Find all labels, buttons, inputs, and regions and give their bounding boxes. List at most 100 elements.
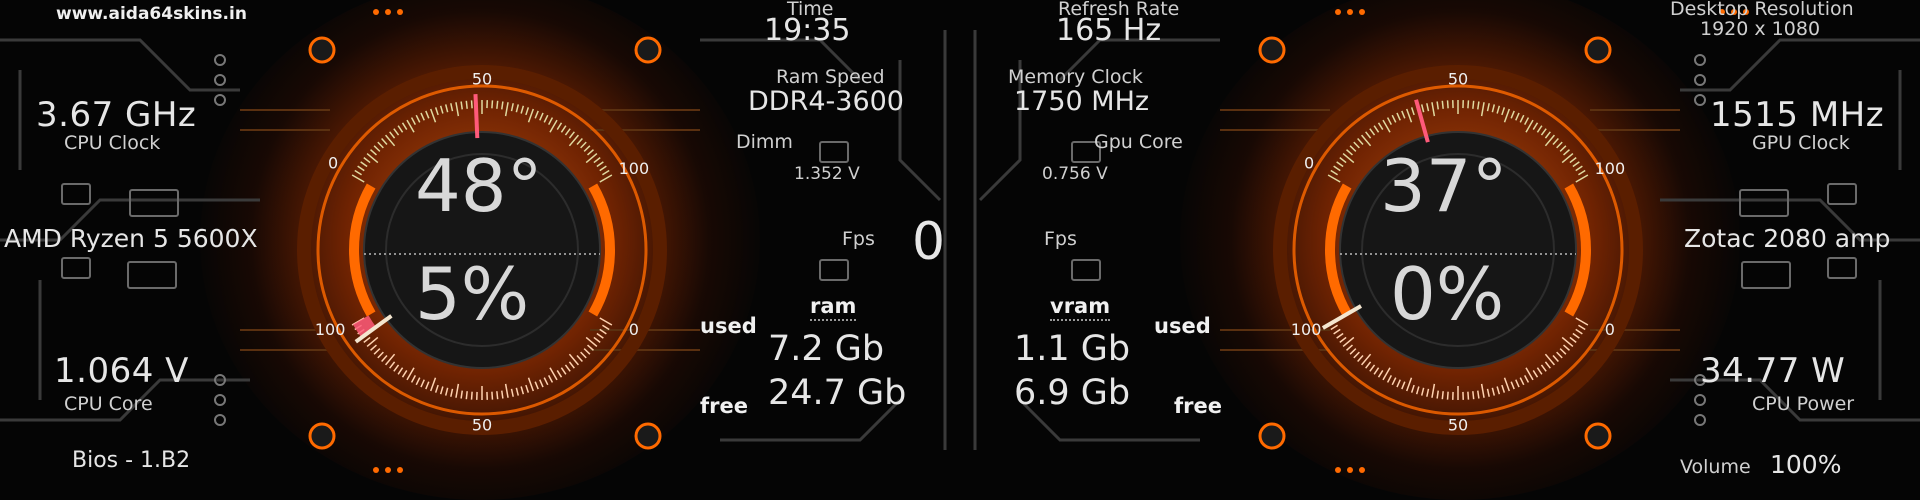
temp-scale-tick bbox=[1570, 158, 1576, 163]
cpu-load: 5% bbox=[415, 258, 529, 330]
cpu-core-label: CPU Core bbox=[64, 395, 153, 414]
load-scale-tick bbox=[378, 352, 384, 358]
ram-used-label: used bbox=[700, 316, 757, 337]
temp-scale-tick bbox=[521, 106, 523, 114]
fps-value: 0 bbox=[912, 216, 945, 268]
load-scale-tick bbox=[584, 349, 590, 355]
temp-scale-tick bbox=[446, 104, 448, 112]
load-scale-tick bbox=[412, 375, 416, 382]
gpu-clock-value: 1515 MHz bbox=[1710, 98, 1884, 132]
temp-scale-tick bbox=[594, 158, 600, 163]
temp-scale-tick bbox=[549, 118, 553, 125]
resolution-value: 1920 x 1080 bbox=[1700, 20, 1820, 39]
load-scale-tick bbox=[1492, 388, 1494, 396]
temp-scale-tick bbox=[1516, 113, 1519, 120]
top-scale-label-0: 0 bbox=[328, 154, 338, 173]
load-scale-tick bbox=[1478, 391, 1479, 399]
load-scale-tick bbox=[1545, 362, 1550, 368]
load-scale-tick bbox=[1417, 386, 1419, 394]
temp-scale-tick bbox=[441, 106, 443, 114]
load-scale-tick bbox=[398, 368, 402, 375]
temp-scale-tick bbox=[506, 102, 508, 116]
load-scale-tick bbox=[1340, 337, 1346, 342]
load-scale-tick bbox=[451, 389, 453, 397]
load-scale-tick bbox=[364, 337, 370, 342]
load-scale-tick bbox=[421, 380, 424, 387]
load-scale-tick bbox=[512, 389, 514, 397]
gpu-core-label: Gpu Core bbox=[1094, 133, 1183, 152]
ram-label: ram bbox=[810, 296, 856, 321]
load-scale-tick bbox=[529, 378, 534, 391]
load-scale-tick bbox=[1392, 378, 1396, 385]
ram-free-value: 24.7 Gb bbox=[768, 376, 906, 411]
temp-scale-tick bbox=[540, 113, 543, 120]
temp-scale-tick bbox=[1331, 171, 1338, 175]
memory-clock-label: Memory Clock bbox=[1008, 68, 1143, 87]
resolution-label: Desktop Resolution bbox=[1670, 0, 1854, 19]
load-scale-tick bbox=[540, 380, 543, 387]
gpu-clock-label: GPU Clock bbox=[1752, 134, 1850, 153]
temp-scale-tick bbox=[1397, 113, 1400, 120]
top-scale-label-50: 50 bbox=[472, 70, 492, 89]
fps-label-right: Fps bbox=[1044, 230, 1077, 249]
load-scale-tick bbox=[1560, 349, 1566, 355]
load-scale-tick bbox=[466, 391, 467, 399]
load-scale-tick bbox=[600, 318, 612, 325]
temp-scale-tick bbox=[1511, 111, 1514, 118]
load-fill-arc bbox=[361, 320, 369, 332]
load-scale-tick bbox=[492, 392, 493, 400]
load-scale-tick bbox=[1505, 378, 1510, 391]
load-scale-tick bbox=[1432, 384, 1434, 398]
temp-scale-tick bbox=[600, 166, 607, 170]
load-scale-tick bbox=[1537, 368, 1541, 375]
load-scale-tick bbox=[600, 329, 607, 333]
temp-scale-tick bbox=[1488, 103, 1490, 111]
temp-scale-tick bbox=[371, 150, 377, 155]
temp-scale-tick bbox=[1383, 120, 1390, 132]
temp-scale-tick bbox=[1478, 101, 1479, 109]
load-scale-tick bbox=[1397, 380, 1400, 387]
temp-scale-tick bbox=[1402, 111, 1405, 118]
load-scale-tick bbox=[394, 365, 399, 371]
load-scale-tick bbox=[561, 368, 565, 375]
temp-scale-tick bbox=[364, 158, 370, 163]
load-scale-tick bbox=[1379, 370, 1383, 377]
load-scale-tick bbox=[549, 375, 553, 382]
load-scale-tick bbox=[371, 345, 377, 350]
gpu-temperature: 37° bbox=[1380, 150, 1508, 222]
temp-scale-tick bbox=[1553, 139, 1558, 145]
temp-scale-tick bbox=[1525, 118, 1529, 125]
load-scale-tick bbox=[1442, 391, 1443, 399]
volume-value: 100% bbox=[1770, 452, 1841, 477]
load-scale-tick bbox=[426, 382, 429, 389]
dimm-label: Dimm bbox=[736, 133, 793, 152]
load-scale-tick bbox=[472, 392, 473, 400]
temp-scale-tick bbox=[1557, 142, 1563, 148]
site-url[interactable]: www.aida64skins.in bbox=[56, 6, 247, 23]
temp-scale-tick bbox=[1473, 101, 1474, 109]
temp-scale-tick bbox=[426, 111, 429, 118]
load-scale-tick bbox=[526, 385, 528, 393]
temp-scale-tick bbox=[1564, 150, 1570, 155]
temp-scale-tick bbox=[431, 109, 436, 122]
temp-scale-tick bbox=[1379, 123, 1383, 130]
temp-scale-tick bbox=[1374, 126, 1378, 133]
temp-scale-tick bbox=[1505, 109, 1510, 122]
load-scale-tick bbox=[382, 356, 387, 362]
load-scale-tick bbox=[535, 382, 538, 389]
temp-scale-tick bbox=[1347, 150, 1353, 155]
temp-scale-tick bbox=[1407, 109, 1412, 122]
temp-scale-tick bbox=[1492, 104, 1494, 112]
load-scale-tick bbox=[1578, 325, 1585, 329]
bottom-scale-label-0: 0 bbox=[629, 320, 639, 339]
temp-scale-tick bbox=[1328, 175, 1340, 182]
memory-clock-value: 1750 MHz bbox=[1014, 88, 1149, 115]
temp-scale-tick bbox=[1366, 132, 1371, 138]
load-scale-tick bbox=[557, 370, 561, 377]
load-scale-tick bbox=[1520, 378, 1524, 385]
cpu-name: AMD Ryzen 5 5600X bbox=[4, 226, 258, 251]
cpu-clock-label: CPU Clock bbox=[64, 134, 160, 153]
load-scale-tick bbox=[565, 365, 570, 371]
temp-scale-tick bbox=[1427, 103, 1429, 111]
temp-scale-tick bbox=[1437, 101, 1438, 109]
